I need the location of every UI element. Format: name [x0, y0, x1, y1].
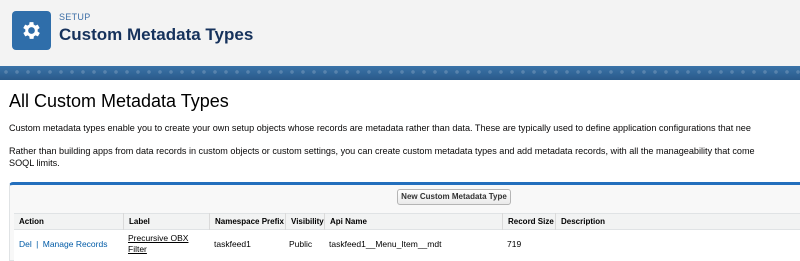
column-header-namespace-prefix: Namespace Prefix [209, 213, 285, 230]
delete-link[interactable]: Del [19, 239, 32, 249]
gear-icon [12, 11, 51, 50]
row-api-name: taskfeed1__Menu_Item__mdt [329, 239, 442, 249]
new-custom-metadata-type-button[interactable]: New Custom Metadata Type [397, 189, 511, 205]
row-namespace-prefix: taskfeed1 [214, 239, 251, 249]
row-record-size: 719 [507, 239, 522, 249]
action-separator: | [36, 239, 39, 249]
column-header-visibility: Visibility [285, 213, 324, 230]
column-header-description: Description [555, 213, 800, 230]
row-actions: Del | Manage Records [19, 239, 107, 250]
description-paragraph-2-continued: SOQL limits. [9, 158, 60, 168]
column-header-action: Action [19, 217, 44, 226]
row-label-line-1[interactable]: Precursive OBX [128, 233, 188, 244]
row-visibility: Public [289, 239, 313, 249]
gear-icon-glyph [23, 22, 40, 39]
setup-header: SETUP Custom Metadata Types [0, 0, 800, 66]
setup-kicker: SETUP [59, 12, 91, 22]
page-title: All Custom Metadata Types [9, 91, 229, 111]
setup-title: Custom Metadata Types [59, 25, 254, 44]
description-paragraph-2: Rather than building apps from data reco… [9, 146, 755, 156]
column-header-record-size: Record Size [502, 213, 555, 230]
decorative-band [0, 66, 800, 80]
column-header-api-name: Api Name [324, 213, 502, 230]
description-paragraph-1: Custom metadata types enable you to crea… [9, 123, 751, 133]
row-label-line-2[interactable]: Filter [128, 244, 188, 255]
manage-records-link[interactable]: Manage Records [43, 239, 108, 249]
row-label[interactable]: Precursive OBX Filter [128, 233, 188, 255]
column-header-label: Label [123, 213, 209, 230]
